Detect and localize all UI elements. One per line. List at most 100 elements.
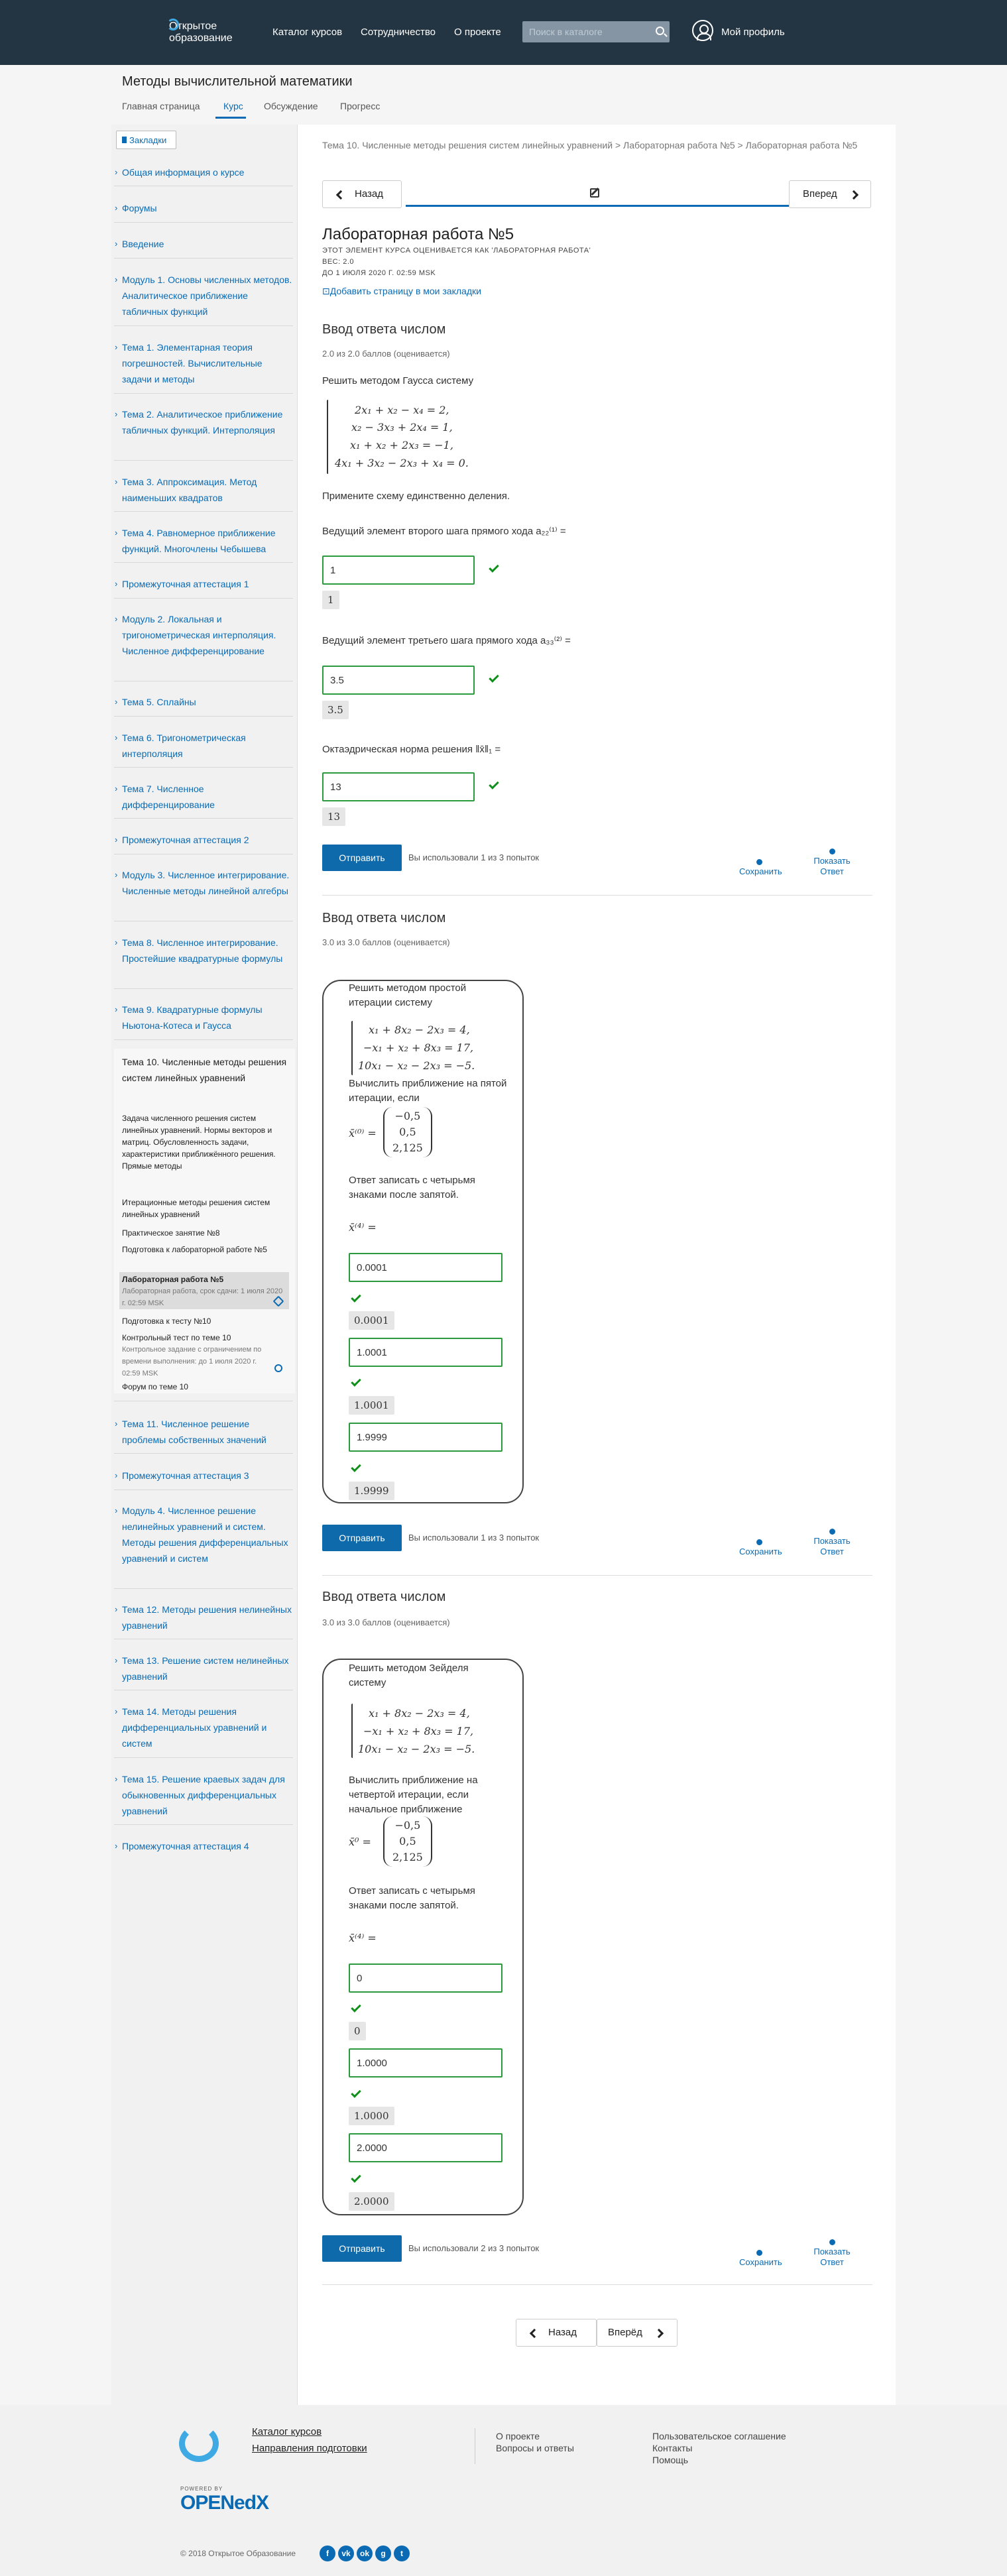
sidebar-item[interactable]: Тема 11. Численное решение проблемы собс… [114, 1416, 293, 1448]
sidebar-item[interactable]: Тема 15. Решение краевых задач для обыкн… [114, 1771, 293, 1819]
sidebar-item[interactable]: Форумы [114, 200, 293, 216]
subsection-item[interactable]: Подготовка к лабораторной работе №5 [122, 1244, 291, 1256]
answer-input[interactable] [322, 666, 475, 695]
save-button[interactable]: Сохранить [739, 2250, 782, 2268]
answer-input[interactable] [349, 1963, 503, 1993]
divider [114, 598, 293, 599]
footer-logo-icon[interactable] [179, 2425, 219, 2462]
subsection-item-current[interactable]: Лабораторная работа №5 Лабораторная работ… [122, 1273, 288, 1309]
sidebar-item[interactable]: Тема 5. Сплайны [114, 694, 293, 710]
sidebar-item[interactable]: Промежуточная аттестация 2 [114, 832, 293, 848]
subsection-item[interactable]: Задача численного решения систем линейны… [122, 1112, 291, 1172]
save-button[interactable]: Сохранить [739, 1539, 782, 1557]
answer-input[interactable] [322, 772, 475, 801]
sidebar-item[interactable]: Модуль 2. Локальная и тригонометрическая… [114, 611, 293, 659]
unit-tab[interactable] [406, 180, 789, 207]
answer-input[interactable] [349, 2133, 503, 2162]
subsection-item[interactable]: Форум по теме 10 [122, 1381, 291, 1393]
question-label: Октаэдрическая норма решения ‖x̄‖₁ = [322, 744, 501, 755]
sidebar-item[interactable]: Тема 14. Методы решения дифференциальных… [114, 1704, 293, 1751]
show-answer-button[interactable]: Показать Ответ [812, 849, 852, 877]
subsection-item[interactable]: Итерационные методы решения систем линей… [122, 1197, 291, 1220]
sidebar-item[interactable]: Модуль 4. Численное решение нелинейных у… [114, 1503, 293, 1566]
sidebar-item[interactable]: Тема 9. Квадратурные формулы Ньютона-Кот… [114, 1002, 293, 1033]
vector-entry: −0,5 [394, 1110, 421, 1122]
answer-input[interactable] [349, 1253, 503, 1282]
breadcrumb[interactable]: Тема 10. Численные методы решения систем… [322, 138, 872, 152]
sidebar-item[interactable]: Тема 7. Численное дифференцирование [114, 781, 293, 813]
subsection-title: Лабораторная работа №5 [122, 1275, 224, 1284]
nav-cooperation[interactable]: Сотрудничество [361, 27, 436, 38]
sidebar-item[interactable]: Тема 8. Численное интегрирование. Просте… [114, 935, 293, 966]
nav-catalog[interactable]: Каталог курсов [272, 27, 342, 38]
equation: 10x₁ − x₂ − 2x₃ = −5. [358, 1743, 475, 1755]
footer-catalog-link[interactable]: Каталог курсов [252, 2426, 322, 2437]
tab-discussion[interactable]: Обсуждение [264, 101, 318, 111]
sidebar-item[interactable]: Промежуточная аттестация 3 [114, 1468, 293, 1484]
sidebar-item[interactable]: Общая информация о курсе [114, 164, 293, 180]
bookmarks-button[interactable]: Закладки [116, 131, 176, 149]
tab-course[interactable]: Курс [223, 101, 243, 111]
user-icon[interactable] [692, 20, 713, 41]
submit-button[interactable]: Отправить [322, 845, 402, 871]
footer-agreement-link[interactable]: Пользовательское соглашение [652, 2431, 786, 2441]
sidebar-item[interactable]: Тема 1. Элементарная теория погрешностей… [114, 339, 293, 387]
footer-contacts-link[interactable]: Контакты [652, 2443, 692, 2453]
show-answer-button[interactable]: Показать Ответ [812, 1529, 852, 1557]
submitted-answer: 3.5 [322, 701, 349, 719]
chevron-right-icon [849, 190, 859, 200]
system-brace [351, 1704, 353, 1758]
my-profile-link[interactable]: Мой профиль [721, 27, 785, 38]
footer-directions-link[interactable]: Направления подготовки [252, 2443, 367, 2454]
next-button[interactable]: Вперед [789, 180, 871, 208]
odnoklassniki-icon[interactable]: ok [357, 2546, 373, 2561]
answer-input[interactable] [349, 1423, 503, 1452]
openedx-logo[interactable]: POWERED BY OPENedX [180, 2486, 269, 2514]
sidebar-item[interactable]: Промежуточная аттестация 4 [114, 1838, 293, 1854]
tab-home[interactable]: Главная страница [122, 101, 200, 111]
add-bookmark-link[interactable]: ⊡Добавить страницу в мои закладки [322, 286, 481, 297]
sidebar-item[interactable]: Модуль 3. Численное интегрирование. Числ… [114, 867, 293, 899]
tab-progress[interactable]: Прогресс [340, 101, 380, 111]
sidebar-item[interactable]: Промежуточная аттестация 1 [114, 576, 293, 592]
sidebar-item[interactable]: Тема 6. Тригонометрическая интерполяция [114, 730, 293, 762]
search-icon[interactable] [656, 27, 664, 35]
submitted-answer: 1.0000 [349, 2107, 394, 2125]
subsection-item[interactable]: Подготовка к тесту №10 [122, 1315, 291, 1327]
sidebar-item[interactable]: Введение [114, 236, 293, 252]
vector-entry: 2,125 [392, 1851, 423, 1863]
prev-button-bottom[interactable]: Назад [516, 2319, 597, 2347]
subsection-item[interactable]: Практическое занятие №8 [122, 1227, 291, 1239]
footer-help-link[interactable]: Помощь [652, 2455, 688, 2465]
save-button[interactable]: Сохранить [739, 859, 782, 877]
nav-about[interactable]: О проекте [454, 27, 501, 38]
twitter-icon[interactable]: t [394, 2546, 410, 2561]
active-section-title[interactable]: Тема 10. Численные методы решения систем… [122, 1054, 288, 1086]
sidebar-item[interactable]: Тема 4. Равномерное приближение функций.… [114, 525, 293, 557]
timed-exam-icon [274, 1364, 282, 1372]
google-plus-icon[interactable]: g [375, 2546, 391, 2561]
sidebar-item[interactable]: Тема 12. Методы решения нелинейных уравн… [114, 1602, 293, 1633]
bookmark-add-icon: ⊡ [322, 286, 330, 296]
footer-faq-link[interactable]: Вопросы и ответы [496, 2443, 574, 2453]
site-logo[interactable]: Открытое образование [167, 19, 233, 44]
facebook-icon[interactable]: f [320, 2546, 335, 2561]
submit-button[interactable]: Отправить [322, 1525, 402, 1551]
powered-by-label: POWERED BY [180, 2486, 223, 2492]
answer-input[interactable] [322, 556, 475, 585]
next-button-bottom[interactable]: Вперёд [597, 2319, 678, 2347]
sidebar-item[interactable]: Модуль 1. Основы численных методов. Анал… [114, 272, 293, 320]
answer-input[interactable] [349, 2048, 503, 2078]
sidebar-item[interactable]: Тема 2. Аналитическое приближение таблич… [114, 406, 293, 438]
footer-about-link[interactable]: О проекте [496, 2431, 540, 2441]
search-input[interactable] [522, 21, 648, 42]
answer-input[interactable] [349, 1338, 503, 1367]
show-answer-button[interactable]: Показать Ответ [812, 2239, 852, 2268]
sidebar-item[interactable]: Тема 3. Аппроксимация. Метод наименьших … [114, 474, 293, 506]
subsection-item[interactable]: Контрольный тест по теме 10 Контрольное з… [122, 1332, 274, 1379]
instruction-text: Ответ записать с четырьмя знаками после … [349, 1175, 475, 1200]
sidebar-item[interactable]: Тема 13. Решение систем нелинейных уравн… [114, 1653, 293, 1684]
submit-button[interactable]: Отправить [322, 2235, 402, 2262]
vk-icon[interactable]: vk [338, 2546, 354, 2561]
prev-button[interactable]: Назад [322, 180, 402, 208]
